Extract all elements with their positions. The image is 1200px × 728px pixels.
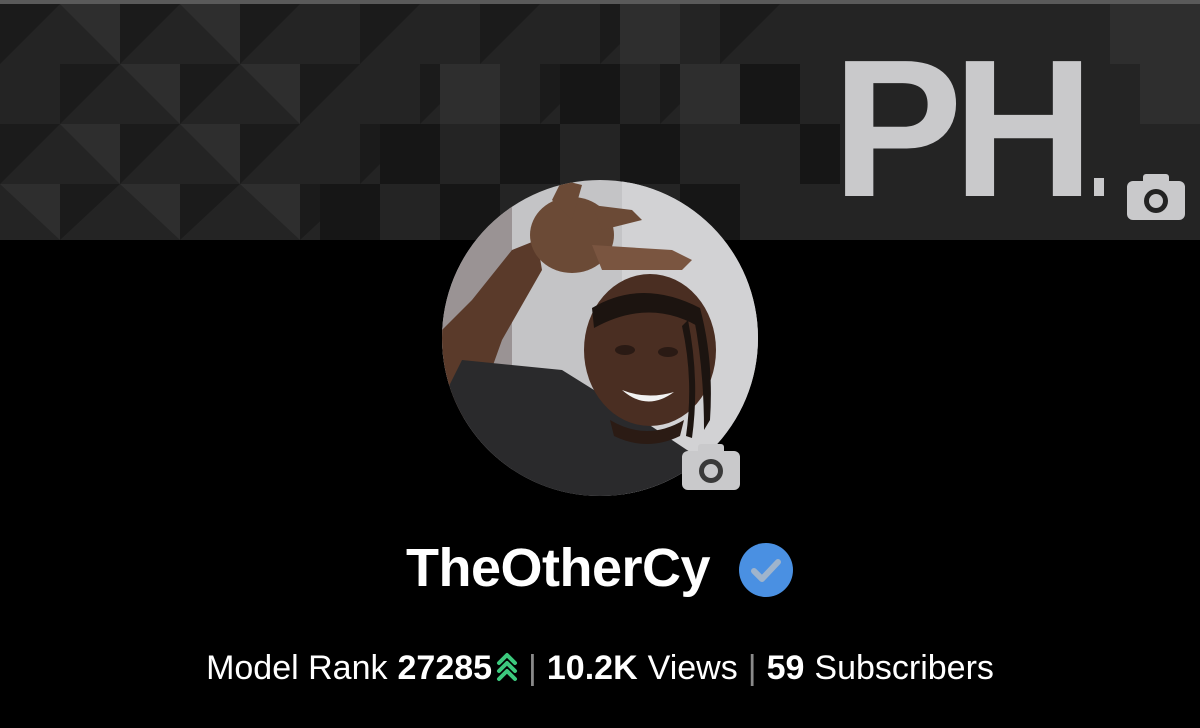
camera-icon (682, 444, 740, 490)
stats-separator: | (747, 648, 757, 687)
subscribers-label: Subscribers (814, 648, 994, 687)
profile-page: PH TheOtherCy Model Rank 27285 | 10.2K V… (0, 0, 1200, 728)
brand-logo-text: PH (832, 38, 1084, 208)
username: TheOtherCy (405, 538, 711, 598)
rank-label: Model Rank (206, 648, 388, 687)
subscribers-value: 59 (766, 648, 805, 687)
verified-check-icon (739, 543, 794, 597)
profile-stats: Model Rank 27285 | 10.2K Views | 59 Subs… (0, 640, 1200, 696)
rank-value: 27285 (397, 648, 493, 687)
views-value: 10.2K (546, 648, 638, 687)
rank-up-arrows-icon (497, 653, 518, 681)
brand-logo: PH (832, 38, 1104, 208)
cover-camera-button[interactable] (1127, 174, 1185, 220)
stats-separator: | (528, 648, 537, 687)
avatar-camera-button[interactable] (682, 444, 740, 490)
avatar-container (442, 180, 758, 496)
camera-icon (1127, 174, 1185, 220)
views-label: Views (647, 648, 738, 687)
username-row: TheOtherCy (0, 530, 1200, 606)
